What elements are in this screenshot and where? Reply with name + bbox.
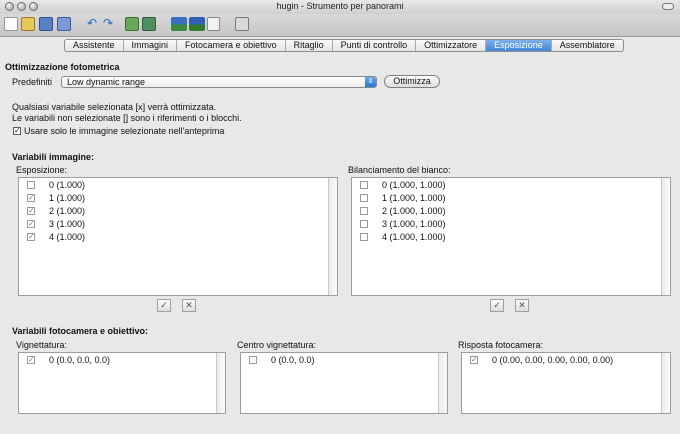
list-item[interactable]: 0 (1.000) [19, 179, 337, 191]
open-project-icon[interactable] [21, 17, 35, 31]
tab-ottimizzatore[interactable]: Ottimizzatore [416, 40, 487, 51]
undo-icon[interactable]: ↶ [85, 17, 99, 31]
preset-select[interactable]: Low dynamic range ⇕ [61, 76, 377, 88]
assistant-icon[interactable] [142, 17, 156, 31]
close-icon: ✕ [185, 300, 193, 310]
save-project-icon[interactable] [39, 17, 53, 31]
item-checkbox[interactable] [27, 181, 35, 189]
item-checkbox[interactable] [360, 220, 368, 228]
only-selected-checkbox[interactable]: ✓ [13, 127, 21, 135]
checkmark-icon: ✓ [493, 300, 501, 310]
list-item[interactable]: 3 (1.000, 1.000) [352, 218, 670, 230]
optimize-icon[interactable] [235, 17, 249, 31]
info-line-1: Qualsiasi variabile selezionata [x] verr… [12, 102, 217, 112]
white-balance-list[interactable]: 0 (1.000, 1.000) 1 (1.000, 1.000) 2 (1.0… [351, 177, 671, 296]
main-toolbar: ↶ ↷ [0, 14, 680, 37]
exposure-list[interactable]: 0 (1.000) ✓ 1 (1.000) ✓ 2 (1.000) ✓ 3 (1.00… [18, 177, 338, 296]
vignetting-list[interactable]: ✓ 0 (0.0, 0.0, 0.0) [18, 352, 226, 414]
camera-response-label: Risposta fotocamera: [458, 340, 544, 350]
vignetting-center-label: Centro vignettatura: [237, 340, 317, 350]
preset-label: Predefiniti [12, 77, 53, 87]
only-selected-label: Usare solo le immagine selezionate nell'… [24, 126, 225, 136]
exposure-select-all-button[interactable]: ✓ [157, 299, 171, 312]
list-item[interactable]: 0 (1.000, 1.000) [352, 179, 670, 191]
redo-icon[interactable]: ↷ [101, 17, 115, 31]
item-checkbox[interactable]: ✓ [470, 356, 478, 364]
tab-assemblatore[interactable]: Assemblatore [552, 40, 623, 51]
list-item[interactable]: ✓ 0 (0.0, 0.0, 0.0) [19, 354, 225, 366]
camera-response-scrollbar[interactable] [661, 353, 670, 413]
info-line-2: Le variabili non selezionate [] sono i r… [12, 113, 242, 123]
white-balance-select-none-button[interactable]: ✕ [515, 299, 529, 312]
white-balance-label: Bilanciamento del bianco: [348, 165, 451, 175]
item-checkbox[interactable] [360, 194, 368, 202]
fast-preview-icon[interactable] [189, 17, 205, 31]
item-checkbox[interactable]: ✓ [27, 233, 35, 241]
photometric-heading: Ottimizzazione fotometrica [5, 62, 120, 72]
item-checkbox[interactable] [360, 181, 368, 189]
preview-icon[interactable] [171, 17, 187, 31]
tab-fotocamera-obiettivo[interactable]: Fotocamera e obiettivo [177, 40, 286, 51]
item-checkbox[interactable]: ✓ [27, 194, 35, 202]
list-item[interactable]: ✓ 3 (1.000) [19, 218, 337, 230]
item-checkbox[interactable] [360, 207, 368, 215]
save-as-icon[interactable] [57, 17, 71, 31]
exposure-scrollbar[interactable] [328, 178, 337, 295]
checkmark-icon: ✓ [160, 300, 168, 310]
camera-vars-heading: Variabili fotocamera e obiettivo: [12, 326, 149, 336]
window-titlebar: hugin - Strumento per panorami [0, 0, 680, 15]
list-item[interactable]: ✓ 2 (1.000) [19, 205, 337, 217]
exposure-label: Esposizione: [16, 165, 68, 175]
list-item[interactable]: ✓ 4 (1.000) [19, 231, 337, 243]
gl-preview-icon[interactable] [207, 17, 220, 31]
add-image-icon[interactable] [125, 17, 139, 31]
tab-esposizione[interactable]: Esposizione [486, 40, 552, 51]
tab-ritaglio[interactable]: Ritaglio [286, 40, 333, 51]
white-balance-select-all-button[interactable]: ✓ [490, 299, 504, 312]
vignetting-label: Vignettatura: [16, 340, 67, 350]
optimize-button[interactable]: Ottimizza [384, 75, 440, 88]
chevron-updown-icon: ⇕ [365, 77, 376, 87]
item-checkbox[interactable]: ✓ [27, 207, 35, 215]
item-checkbox[interactable] [360, 233, 368, 241]
vignetting-center-list[interactable]: 0 (0.0, 0.0) [240, 352, 448, 414]
tab-punti-di-controllo[interactable]: Punti di controllo [333, 40, 417, 51]
vignetting-scrollbar[interactable] [216, 353, 225, 413]
item-checkbox[interactable]: ✓ [27, 220, 35, 228]
tab-immagini[interactable]: Immagini [124, 40, 178, 51]
list-item[interactable]: 0 (0.0, 0.0) [241, 354, 447, 366]
item-checkbox[interactable]: ✓ [27, 356, 35, 364]
toolbar-toggle-icon[interactable] [662, 3, 674, 10]
list-item[interactable]: ✓ 1 (1.000) [19, 192, 337, 204]
image-vars-heading: Variabili immagine: [12, 152, 95, 162]
list-item[interactable]: 1 (1.000, 1.000) [352, 192, 670, 204]
list-item[interactable]: ✓ 0 (0.00, 0.00, 0.00, 0.00, 0.00) [462, 354, 670, 366]
camera-response-list[interactable]: ✓ 0 (0.00, 0.00, 0.00, 0.00, 0.00) [461, 352, 671, 414]
list-item[interactable]: 2 (1.000, 1.000) [352, 205, 670, 217]
close-icon: ✕ [518, 300, 526, 310]
vignetting-center-scrollbar[interactable] [438, 353, 447, 413]
window-title: hugin - Strumento per panorami [276, 1, 404, 11]
new-project-icon[interactable] [4, 17, 18, 31]
main-tabs: Assistente Immagini Fotocamera e obietti… [64, 39, 624, 52]
list-item[interactable]: 4 (1.000, 1.000) [352, 231, 670, 243]
white-balance-scrollbar[interactable] [661, 178, 670, 295]
exposure-select-none-button[interactable]: ✕ [182, 299, 196, 312]
tab-assistente[interactable]: Assistente [65, 40, 124, 51]
item-checkbox[interactable] [249, 356, 257, 364]
preset-select-value: Low dynamic range [67, 77, 146, 87]
